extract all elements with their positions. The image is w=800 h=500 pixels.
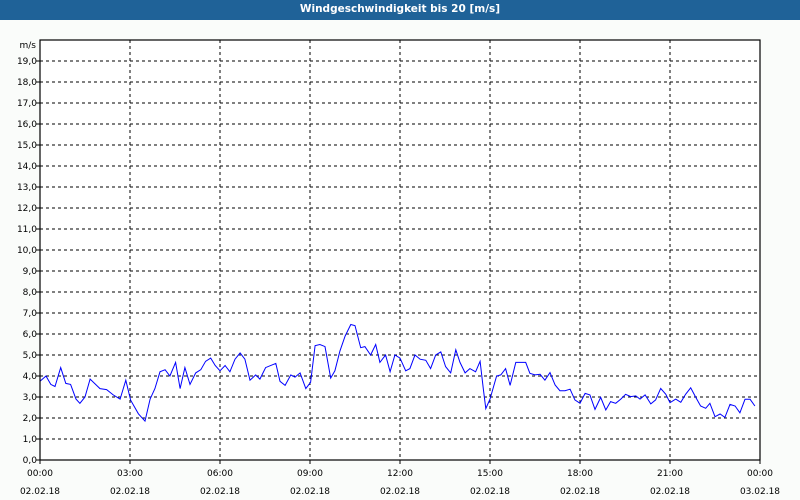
y-tick-label: 16,0 xyxy=(17,120,37,130)
grid xyxy=(40,40,760,460)
x-tick-time: 03:00 xyxy=(117,469,143,479)
y-tick-label: 7,0 xyxy=(23,309,38,319)
y-tick-label: 10,0 xyxy=(17,246,37,256)
y-tick-label: 19,0 xyxy=(17,57,37,67)
y-axis-unit: m/s xyxy=(20,41,37,51)
x-tick-date: 02.02.18 xyxy=(290,487,330,497)
y-tick-label: 5,0 xyxy=(23,351,38,361)
x-tick-date: 02.02.18 xyxy=(20,487,60,497)
y-tick-label: 18,0 xyxy=(17,78,37,88)
x-tick-date: 02.02.18 xyxy=(200,487,240,497)
y-tick-label: 14,0 xyxy=(17,162,37,172)
x-tick-time: 09:00 xyxy=(297,469,323,479)
y-tick-label: 2,0 xyxy=(23,414,38,424)
x-tick-date: 02.02.18 xyxy=(650,487,690,497)
y-tick-label: 3,0 xyxy=(23,393,38,403)
y-axis: 0,0 1,0 2,0 3,0 4,0 5,0 6,0 7,0 8,0 9,0 10,0 11,0 12… xyxy=(17,57,40,466)
x-tick-time: 06:00 xyxy=(207,469,233,479)
x-tick-time: 12:00 xyxy=(387,469,413,479)
y-tick-label: 15,0 xyxy=(17,141,37,151)
x-tick-time: 15:00 xyxy=(477,469,503,479)
x-tick-time: 00:00 xyxy=(747,469,773,479)
y-tick-label: 12,0 xyxy=(17,204,37,214)
y-tick-label: 13,0 xyxy=(17,183,37,193)
y-tick-label: 17,0 xyxy=(17,99,37,109)
x-tick-date: 02.02.18 xyxy=(380,487,420,497)
x-tick-time: 18:00 xyxy=(567,469,593,479)
wind-speed-chart: 0,0 1,0 2,0 3,0 4,0 5,0 6,0 7,0 8,0 9,0 10,0 11,0 12… xyxy=(17,39,780,497)
y-tick-label: 0,0 xyxy=(23,456,38,466)
y-tick-label: 9,0 xyxy=(23,267,38,277)
x-tick-time: 21:00 xyxy=(657,469,683,479)
x-tick-time: 00:00 xyxy=(27,469,53,479)
y-tick-label: 4,0 xyxy=(23,372,38,382)
y-tick-label: 6,0 xyxy=(23,330,38,340)
x-tick-date: 02.02.18 xyxy=(110,487,150,497)
x-tick-date: 03.02.18 xyxy=(740,487,780,497)
y-tick-label: 1,0 xyxy=(23,435,38,445)
x-tick-date: 02.02.18 xyxy=(470,487,510,497)
x-axis: 00:00 02.02.18 03:00 02.02.18 06:00 02.02.18 0… xyxy=(20,460,780,497)
y-tick-label: 11,0 xyxy=(17,225,37,235)
y-tick-label: 8,0 xyxy=(23,288,38,298)
x-tick-date: 02.02.18 xyxy=(560,487,600,497)
